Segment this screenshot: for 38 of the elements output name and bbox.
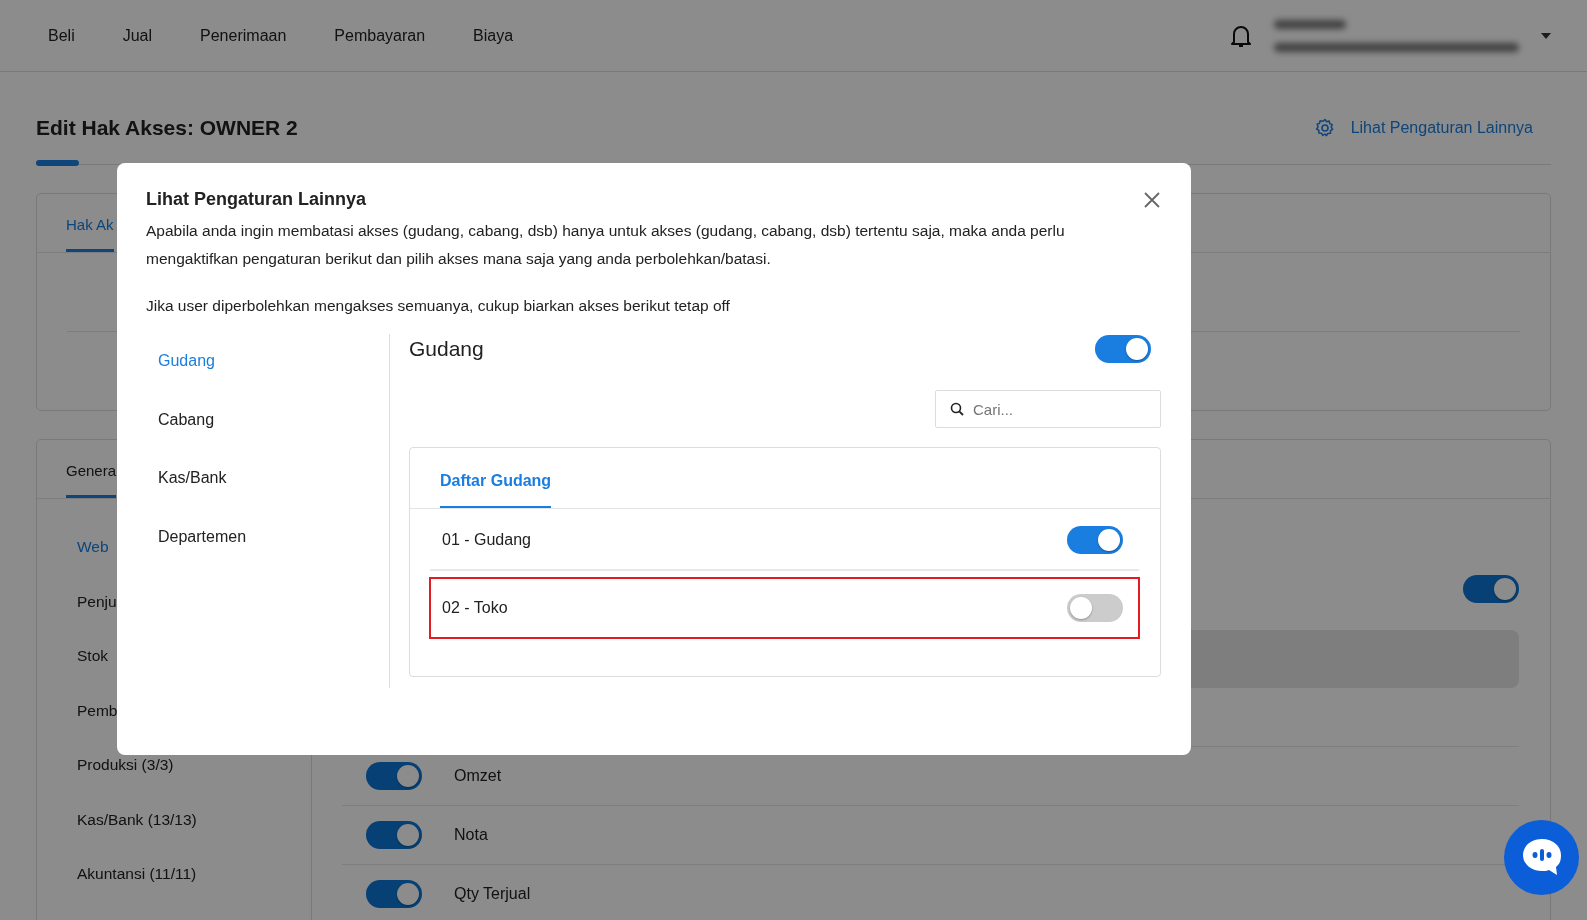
toggle-switch[interactable] [366,880,422,908]
menu-item[interactable]: Departemen [158,527,389,586]
toggle-switch[interactable] [1463,574,1519,603]
dialog-title: Lihat Pengaturan Lainnya [146,189,367,210]
tab[interactable]: Hak Ak [66,216,114,252]
menu-item[interactable]: Cabang [158,410,389,469]
warehouse-label: 02 - Toko [442,599,508,617]
toggle-switch[interactable] [366,762,422,790]
search-icon [950,402,964,416]
nav-link[interactable]: Beli [48,26,75,45]
toggle-switch[interactable] [366,821,422,849]
permission-label: Omzet [454,767,502,785]
page-title: Edit Hak Akses: OWNER 2 [36,116,298,140]
nav-link[interactable]: Biaya [473,26,514,45]
nav-link[interactable]: Pembayaran [334,26,426,45]
blurred-user-name [1274,19,1346,29]
nav-link[interactable]: Jual [122,26,153,45]
warehouse-label: 01 - Gudang [442,531,531,549]
tab[interactable]: Daftar Gudang [440,472,552,508]
close-icon[interactable] [1143,191,1161,209]
menu-item[interactable]: Gudang [158,352,389,411]
toggle-switch[interactable] [1067,594,1123,622]
sidebar-item[interactable]: Akuntansi (11/11) [77,865,311,920]
description-text: Jika user diperbolehkan mengakses semuanya, cukup biarkan akses berikut tetap off [146,296,731,316]
settings-link[interactable]: Lihat Pengaturan Lainnya [1314,118,1533,138]
menu-item[interactable]: Kas/Bank [158,469,389,528]
toggle-switch[interactable] [1067,526,1123,554]
gear-icon [1314,118,1335,138]
nav-link[interactable]: Penerimaan [200,26,287,45]
description-text: Apabila anda ingin membatasi akses (gudang, cabang, dsb) hanya untuk akses (gudang, cabang, dsb) tertentu saja, maka anda perlu mengaktifkan pengaturan berikut dan pilih akses mana saja yang anda perbolehkan/batasi. [146,221,1066,269]
permission-label: Nota [454,826,488,844]
caret-icon[interactable] [1541,32,1551,39]
permission-label: Qty Terjual [454,885,531,903]
sidebar-item[interactable]: Produksi (3/3) [77,756,311,811]
search-field[interactable]: Cari... [935,390,1161,428]
toggle-switch[interactable] [1095,335,1151,363]
sidebar-item[interactable]: Kas/Bank (13/13) [77,810,311,865]
section-title: Gudang [409,337,484,361]
